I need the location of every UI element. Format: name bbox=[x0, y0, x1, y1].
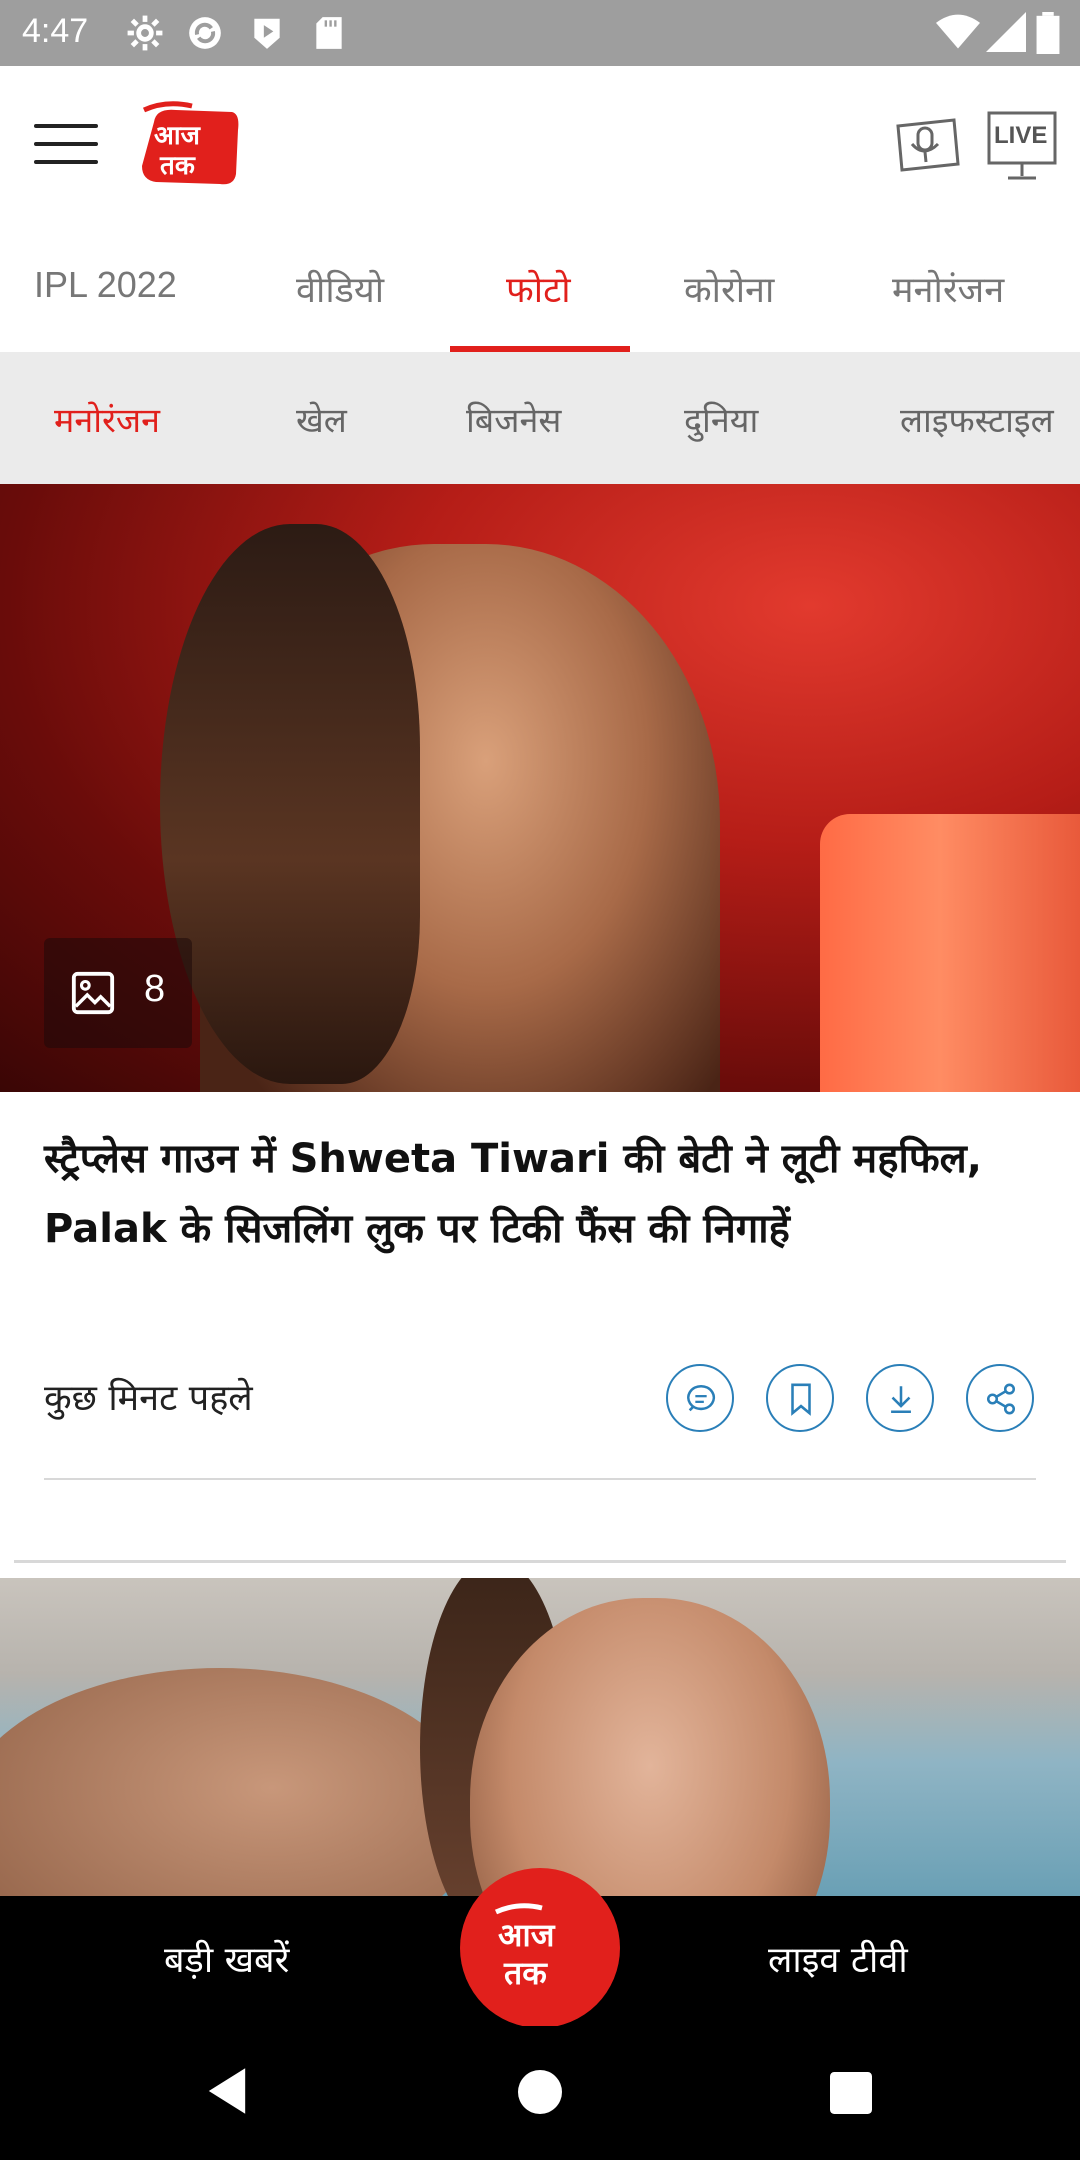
primary-tabs: IPL 2022 वीडियो फोटो कोरोना मनोरंजन bbox=[0, 226, 1080, 352]
play-store-icon bbox=[254, 18, 280, 49]
comment-icon bbox=[687, 1384, 716, 1412]
live-label: LIVE bbox=[994, 122, 1048, 149]
battery-icon bbox=[1036, 12, 1060, 54]
tab-corona[interactable]: कोरोना bbox=[684, 264, 774, 313]
photo-count: 8 bbox=[144, 968, 166, 1010]
sd-card-icon bbox=[316, 17, 342, 49]
status-bar: 4:47 bbox=[0, 0, 1080, 66]
article-timestamp: कुछ मिनट पहले bbox=[44, 1378, 253, 1419]
download-icon bbox=[891, 1386, 911, 1414]
download-button[interactable] bbox=[866, 1364, 934, 1432]
svg-text:आज: आज bbox=[498, 1916, 556, 1954]
bookmark-icon bbox=[791, 1383, 811, 1416]
comment-button[interactable] bbox=[666, 1364, 734, 1432]
top-news-tab[interactable]: बड़ी खबरें bbox=[164, 1934, 289, 1983]
share-button[interactable] bbox=[966, 1364, 1034, 1432]
tab-ipl-2022[interactable]: IPL 2022 bbox=[34, 264, 177, 306]
tab-entertainment[interactable]: मनोरंजन bbox=[892, 264, 1004, 313]
subtab-sports[interactable]: खेल bbox=[296, 396, 347, 442]
hamburger-menu-icon[interactable] bbox=[34, 124, 98, 172]
signal-icon bbox=[986, 12, 1026, 52]
lamp-shade bbox=[820, 814, 1080, 1092]
bookmark-button[interactable] bbox=[766, 1364, 834, 1432]
svg-text:आज: आज bbox=[154, 121, 202, 151]
person-shoulder bbox=[0, 1668, 480, 1896]
subtab-entertainment[interactable]: मनोरंजन bbox=[54, 396, 160, 442]
sync-icon bbox=[189, 17, 221, 49]
recents-icon[interactable] bbox=[830, 2072, 872, 2114]
back-icon[interactable] bbox=[204, 2066, 250, 2116]
status-time: 4:47 bbox=[22, 12, 89, 50]
tab-video[interactable]: वीडियो bbox=[296, 264, 384, 313]
svg-text:तक: तक bbox=[159, 151, 196, 181]
tab-photo[interactable]: फोटो bbox=[506, 264, 571, 313]
app-header: आज तक LIVE bbox=[0, 66, 1080, 226]
svg-text:तक: तक bbox=[503, 1954, 548, 1992]
section-divider bbox=[14, 1560, 1066, 1563]
wifi-icon bbox=[936, 14, 980, 49]
live-tv-tab[interactable]: लाइव टीवी bbox=[768, 1934, 908, 1983]
article-image-2[interactable] bbox=[0, 1578, 1080, 1896]
sub-tabs: मनोरंजन खेल बिजनेस दुनिया लाइफस्टाइल bbox=[0, 352, 1080, 484]
subtab-lifestyle[interactable]: लाइफस्टाइल bbox=[900, 396, 1054, 442]
settings-icon bbox=[127, 15, 163, 51]
share-icon bbox=[986, 1383, 1016, 1415]
podcast-icon[interactable] bbox=[888, 110, 964, 180]
subtab-business[interactable]: बिजनेस bbox=[466, 396, 561, 442]
live-tv-button[interactable]: LIVE bbox=[986, 110, 1058, 184]
person-hair bbox=[160, 524, 420, 1084]
home-icon[interactable] bbox=[518, 2070, 562, 2114]
aajtak-logo[interactable]: आज तक bbox=[136, 100, 244, 190]
gallery-icon bbox=[71, 971, 115, 1015]
photo-count-badge: 8 bbox=[44, 938, 192, 1048]
system-navigation-bar bbox=[0, 2026, 1080, 2160]
card-divider bbox=[44, 1478, 1036, 1480]
aajtak-logo-icon: आज तक bbox=[494, 1903, 556, 1992]
subtab-world[interactable]: दुनिया bbox=[684, 396, 758, 442]
home-logo-button[interactable]: आज तक bbox=[460, 1868, 620, 2028]
article-headline[interactable]: स्ट्रैप्लेस गाउन में Shweta Tiwari की बे… bbox=[44, 1124, 1044, 1264]
